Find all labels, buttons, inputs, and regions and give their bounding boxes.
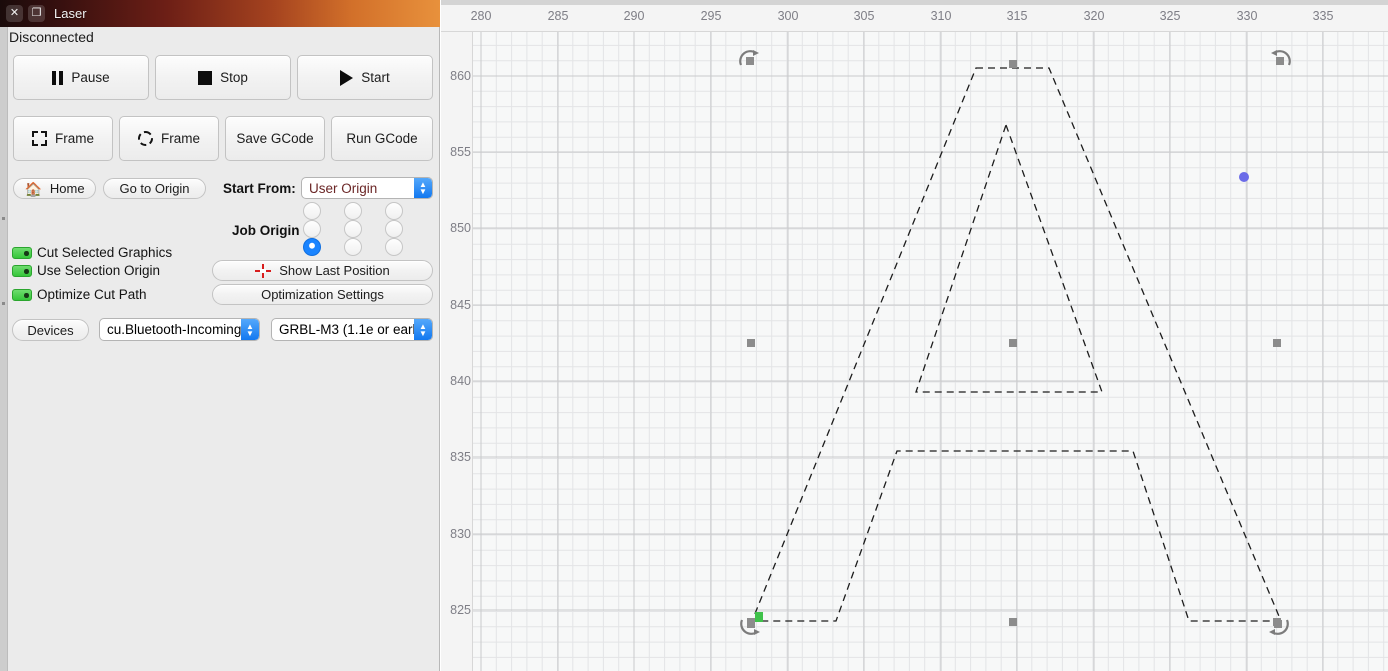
ruler-y-tick: 850 <box>450 221 471 235</box>
ruler-y-tick: 855 <box>450 145 471 159</box>
start-from-label: Start From: <box>223 181 296 196</box>
vertical-ruler <box>441 0 473 671</box>
ruler-x-tick: 290 <box>623 9 645 23</box>
job-origin-cell-2[interactable] <box>385 202 403 220</box>
job-origin-cell-4[interactable] <box>344 220 362 238</box>
frame-round-label: Frame <box>160 131 200 146</box>
job-origin-cell-7[interactable] <box>344 238 362 256</box>
use-selection-origin-toggle[interactable]: Use Selection Origin <box>12 263 160 278</box>
chevron-updown-icon[interactable]: ▲ ▼ <box>414 178 432 198</box>
job-origin-cell-8[interactable] <box>385 238 403 256</box>
controller-value: GRBL-M3 (1.1e or earli <box>279 322 414 337</box>
laser-control-panel: ✕ ❐ Laser Disconnected Pause Stop Start … <box>0 0 440 671</box>
run-gcode-label: Run GCode <box>346 131 418 146</box>
optimization-settings-label: Optimization Settings <box>261 287 384 302</box>
optimize-cut-path-label: Optimize Cut Path <box>37 287 147 302</box>
ruler-x-tick: 280 <box>470 9 492 23</box>
frame-square-button[interactable]: Frame <box>13 116 113 161</box>
job-origin-cell-6[interactable] <box>303 238 321 256</box>
ruler-y-tick: 845 <box>450 298 471 312</box>
frame-square-icon <box>31 131 47 146</box>
optimization-settings-button[interactable]: Optimization Settings <box>212 284 433 305</box>
restore-icon[interactable]: ❐ <box>28 5 45 22</box>
job-origin-label: Job Origin <box>232 223 300 238</box>
chevron-updown-icon[interactable]: ▲ ▼ <box>414 319 432 340</box>
toggle-switch-icon[interactable] <box>12 288 32 301</box>
ruler-top-shadow <box>441 0 1388 5</box>
start-from-value: User Origin <box>309 180 378 196</box>
ruler-x-tick: 335 <box>1312 9 1334 23</box>
pause-label: Pause <box>71 70 110 85</box>
devices-button[interactable]: Devices <box>12 319 89 341</box>
close-icon[interactable]: ✕ <box>6 5 23 22</box>
cut-selected-graphics-toggle[interactable]: Cut Selected Graphics <box>12 245 172 260</box>
ruler-x-tick: 305 <box>853 9 875 23</box>
design-canvas[interactable]: 280 285 290 295 300 305 310 315 320 325 330 335 860… <box>441 0 1388 671</box>
frame-square-label: Frame <box>54 131 94 146</box>
frame-round-button[interactable]: Frame <box>119 116 219 161</box>
crosshair-icon <box>255 263 272 278</box>
show-last-position-button[interactable]: Show Last Position <box>212 260 433 281</box>
go-to-origin-label: Go to Origin <box>119 181 190 196</box>
frame-circle-icon <box>137 131 153 146</box>
go-to-origin-button[interactable]: Go to Origin <box>103 178 206 199</box>
port-value: cu.Bluetooth-Incoming <box>107 322 241 337</box>
home-label: Home <box>49 181 85 196</box>
panel-resize-strip[interactable] <box>0 27 8 671</box>
controller-select[interactable]: GRBL-M3 (1.1e or earli ▲ ▼ <box>271 318 433 341</box>
job-origin-cell-5[interactable] <box>385 220 403 238</box>
ruler-y-tick: 840 <box>450 374 471 388</box>
ruler-x-tick: 295 <box>700 9 722 23</box>
stop-icon <box>198 70 213 85</box>
ruler-x-tick: 325 <box>1159 9 1181 23</box>
connection-status: Disconnected <box>9 29 94 45</box>
job-origin-cell-1[interactable] <box>344 202 362 220</box>
run-gcode-button[interactable]: Run GCode <box>331 116 433 161</box>
job-origin-cell-0[interactable] <box>303 202 321 220</box>
toggle-switch-icon[interactable] <box>12 246 32 259</box>
port-select[interactable]: cu.Bluetooth-Incoming ▲ ▼ <box>99 318 260 341</box>
ruler-x-tick: 330 <box>1236 9 1258 23</box>
ruler-y-tick: 835 <box>450 450 471 464</box>
ruler-x-tick: 315 <box>1006 9 1028 23</box>
ruler-x-tick: 310 <box>930 9 952 23</box>
ruler-x-tick: 300 <box>777 9 799 23</box>
stop-label: Stop <box>220 70 248 85</box>
show-last-position-label: Show Last Position <box>279 263 390 278</box>
save-gcode-button[interactable]: Save GCode <box>225 116 325 161</box>
use-selection-origin-label: Use Selection Origin <box>37 263 161 278</box>
ruler-x-tick: 320 <box>1083 9 1105 23</box>
job-origin-cell-3[interactable] <box>303 220 321 238</box>
stop-button[interactable]: Stop <box>155 55 291 100</box>
window-title-bar[interactable]: ✕ ❐ Laser <box>0 0 440 27</box>
toggle-switch-icon[interactable] <box>12 264 32 277</box>
ruler-y-tick: 825 <box>450 603 471 617</box>
pause-icon <box>52 70 64 85</box>
play-icon <box>340 69 354 86</box>
job-origin-grid[interactable] <box>303 202 426 256</box>
home-button[interactable]: 🏠 Home <box>13 178 96 199</box>
devices-label: Devices <box>27 322 74 338</box>
home-icon: 🏠 <box>24 180 42 197</box>
canvas-grid <box>441 0 1388 671</box>
chevron-updown-icon[interactable]: ▲ ▼ <box>241 319 259 340</box>
laser-window: ✕ ❐ Laser Disconnected Pause Stop Start … <box>0 0 1388 671</box>
save-gcode-label: Save GCode <box>236 131 314 146</box>
ruler-y-tick: 860 <box>450 69 471 83</box>
pause-button[interactable]: Pause <box>13 55 149 100</box>
ruler-x-tick: 285 <box>547 9 569 23</box>
window-title: Laser <box>54 6 87 21</box>
start-from-select[interactable]: User Origin ▲ ▼ <box>301 177 433 199</box>
start-button[interactable]: Start <box>297 55 433 100</box>
optimize-cut-path-toggle[interactable]: Optimize Cut Path <box>12 287 147 302</box>
start-label: Start <box>361 70 390 85</box>
ruler-y-tick: 830 <box>450 527 471 541</box>
cut-selected-graphics-label: Cut Selected Graphics <box>37 245 173 260</box>
